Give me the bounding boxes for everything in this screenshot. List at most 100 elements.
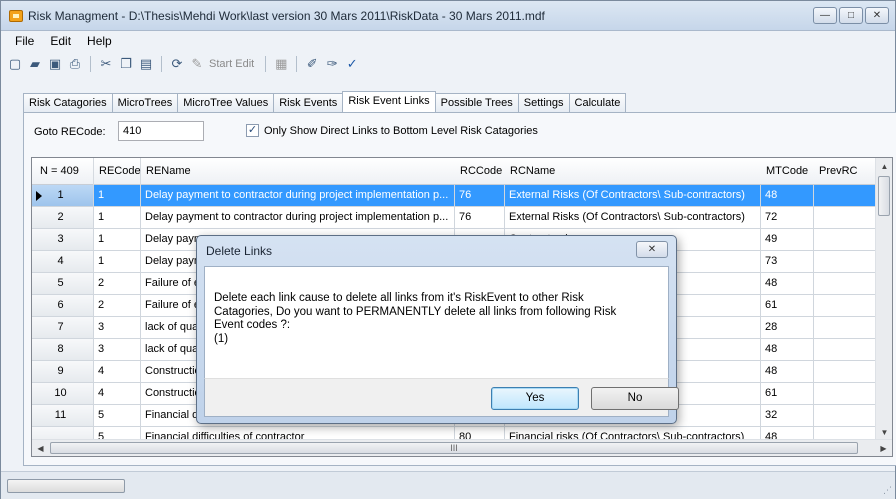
refresh-icon[interactable]: ⟳ [169,56,185,72]
column-header-rename[interactable]: REName [141,158,455,185]
scroll-right-icon[interactable]: ▶ [875,440,892,456]
vertical-scroll-thumb[interactable] [878,176,890,216]
tab-microtrees[interactable]: MicroTrees [111,93,179,112]
mtcode-cell[interactable]: 48 [761,339,814,361]
open-icon[interactable]: ▰ [27,56,43,72]
only-direct-links-checkbox[interactable]: ✓ [246,124,259,137]
row-number-cell[interactable]: 2 [32,207,94,229]
rename-cell[interactable]: Delay payment to contractor during proje… [141,185,455,207]
recode-cell[interactable]: 3 [94,339,141,361]
prevrc-cell[interactable] [814,251,882,273]
prevrc-cell[interactable] [814,207,882,229]
table-row[interactable]: 1 1 Delay payment to contractor during pro… [32,185,882,207]
scroll-left-icon[interactable]: ◀ [32,440,49,456]
print-icon[interactable]: ⎙ [67,56,83,72]
column-header-mtcode[interactable]: MTCode [761,158,814,185]
table-row[interactable]: 2 1 Delay payment to contractor during pro… [32,207,882,229]
mtcode-cell[interactable]: 49 [761,229,814,251]
prevrc-cell[interactable] [814,405,882,427]
horizontal-scrollbar[interactable]: ◀ III ▶ [32,439,892,456]
row-number-cell[interactable]: 6 [32,295,94,317]
save-icon[interactable]: ▣ [47,56,63,72]
prevrc-cell[interactable] [814,339,882,361]
row-number-cell[interactable]: 10 [32,383,94,405]
dialog-close-button[interactable]: ✕ [636,241,668,258]
mtcode-cell[interactable]: 48 [761,185,814,207]
menu-file[interactable]: File [7,31,42,51]
prevrc-cell[interactable] [814,295,882,317]
row-number-cell[interactable]: 8 [32,339,94,361]
row-number-cell[interactable]: 3 [32,229,94,251]
mtcode-cell[interactable]: 32 [761,405,814,427]
rcname-cell[interactable]: External Risks (Of Contractors\ Sub-cont… [505,207,761,229]
rccode-cell[interactable]: 76 [455,207,505,229]
row-number-cell[interactable]: 5 [32,273,94,295]
mtcode-cell[interactable]: 72 [761,207,814,229]
mtcode-cell[interactable]: 48 [761,361,814,383]
column-header-rcname[interactable]: RCName [505,158,761,185]
maximize-button[interactable]: □ [839,7,863,24]
remove-links-icon[interactable]: ✑ [324,56,340,72]
prevrc-cell[interactable] [814,383,882,405]
cut-icon[interactable]: ✂ [98,56,114,72]
resize-grip-icon[interactable]: ⋰ [883,485,892,496]
prevrc-cell[interactable] [814,317,882,339]
recode-cell[interactable]: 1 [94,229,141,251]
vertical-scrollbar[interactable]: ▲ ▼ [875,158,892,441]
paste-icon[interactable]: ▤ [138,56,154,72]
recode-cell[interactable]: 3 [94,317,141,339]
prevrc-cell[interactable] [814,229,882,251]
recode-cell[interactable]: 2 [94,273,141,295]
rename-cell[interactable]: Delay payment to contractor during proje… [141,207,455,229]
row-number-cell[interactable]: 7 [32,317,94,339]
row-number-cell[interactable]: 1 [32,185,94,207]
tab-possible-trees[interactable]: Possible Trees [434,93,519,112]
tab-risk-events[interactable]: Risk Events [273,93,344,112]
recode-cell[interactable]: 4 [94,361,141,383]
mtcode-cell[interactable]: 61 [761,383,814,405]
edit-links-icon[interactable]: ✐ [304,56,320,72]
recode-cell[interactable]: 2 [94,295,141,317]
mtcode-cell[interactable]: 73 [761,251,814,273]
yes-button[interactable]: Yes [491,387,579,410]
tab-settings[interactable]: Settings [517,93,570,112]
tab-risk-catagories[interactable]: Risk Catagories [23,93,113,112]
prevrc-cell[interactable] [814,361,882,383]
goto-recode-input[interactable] [118,121,204,141]
tab-risk-event-links[interactable]: Risk Event Links [342,91,436,112]
rccode-cell[interactable]: 76 [455,185,505,207]
tab-microtree-values[interactable]: MicroTree Values [177,93,275,112]
row-number-cell[interactable]: 11 [32,405,94,427]
scroll-up-icon[interactable]: ▲ [876,158,892,175]
check-icon[interactable]: ✓ [344,56,360,72]
rcname-cell[interactable]: External Risks (Of Contractors\ Sub-cont… [505,185,761,207]
calculator-icon[interactable]: ▦ [273,56,289,72]
mtcode-cell[interactable]: 48 [761,273,814,295]
row-number-cell[interactable]: 4 [32,251,94,273]
mtcode-cell[interactable]: 61 [761,295,814,317]
only-direct-links-option[interactable]: ✓ Only Show Direct Links to Bottom Level… [246,124,538,137]
close-button[interactable]: ✕ [865,7,889,24]
column-header-recode[interactable]: RECode [94,158,141,185]
new-icon[interactable]: ▢ [7,56,23,72]
tab-calculate[interactable]: Calculate [568,93,627,112]
menu-help[interactable]: Help [79,31,120,51]
horizontal-scroll-thumb[interactable]: III [50,442,858,454]
recode-cell[interactable]: 4 [94,383,141,405]
recode-cell[interactable]: 1 [94,185,141,207]
column-header-rccode[interactable]: RCCode [455,158,505,185]
recode-cell[interactable]: 1 [94,251,141,273]
prevrc-cell[interactable] [814,273,882,295]
recode-cell[interactable]: 5 [94,405,141,427]
start-edit-button[interactable]: Start Edit [209,58,254,70]
minimize-button[interactable]: — [813,7,837,24]
no-button[interactable]: No [591,387,679,410]
column-header-prevrc[interactable]: PrevRC [814,158,882,185]
recode-cell[interactable]: 1 [94,207,141,229]
column-header-count[interactable]: N = 409 [32,158,94,185]
copy-icon[interactable]: ❐ [118,56,134,72]
menu-edit[interactable]: Edit [42,31,79,51]
mtcode-cell[interactable]: 28 [761,317,814,339]
prevrc-cell[interactable] [814,185,882,207]
row-number-cell[interactable]: 9 [32,361,94,383]
